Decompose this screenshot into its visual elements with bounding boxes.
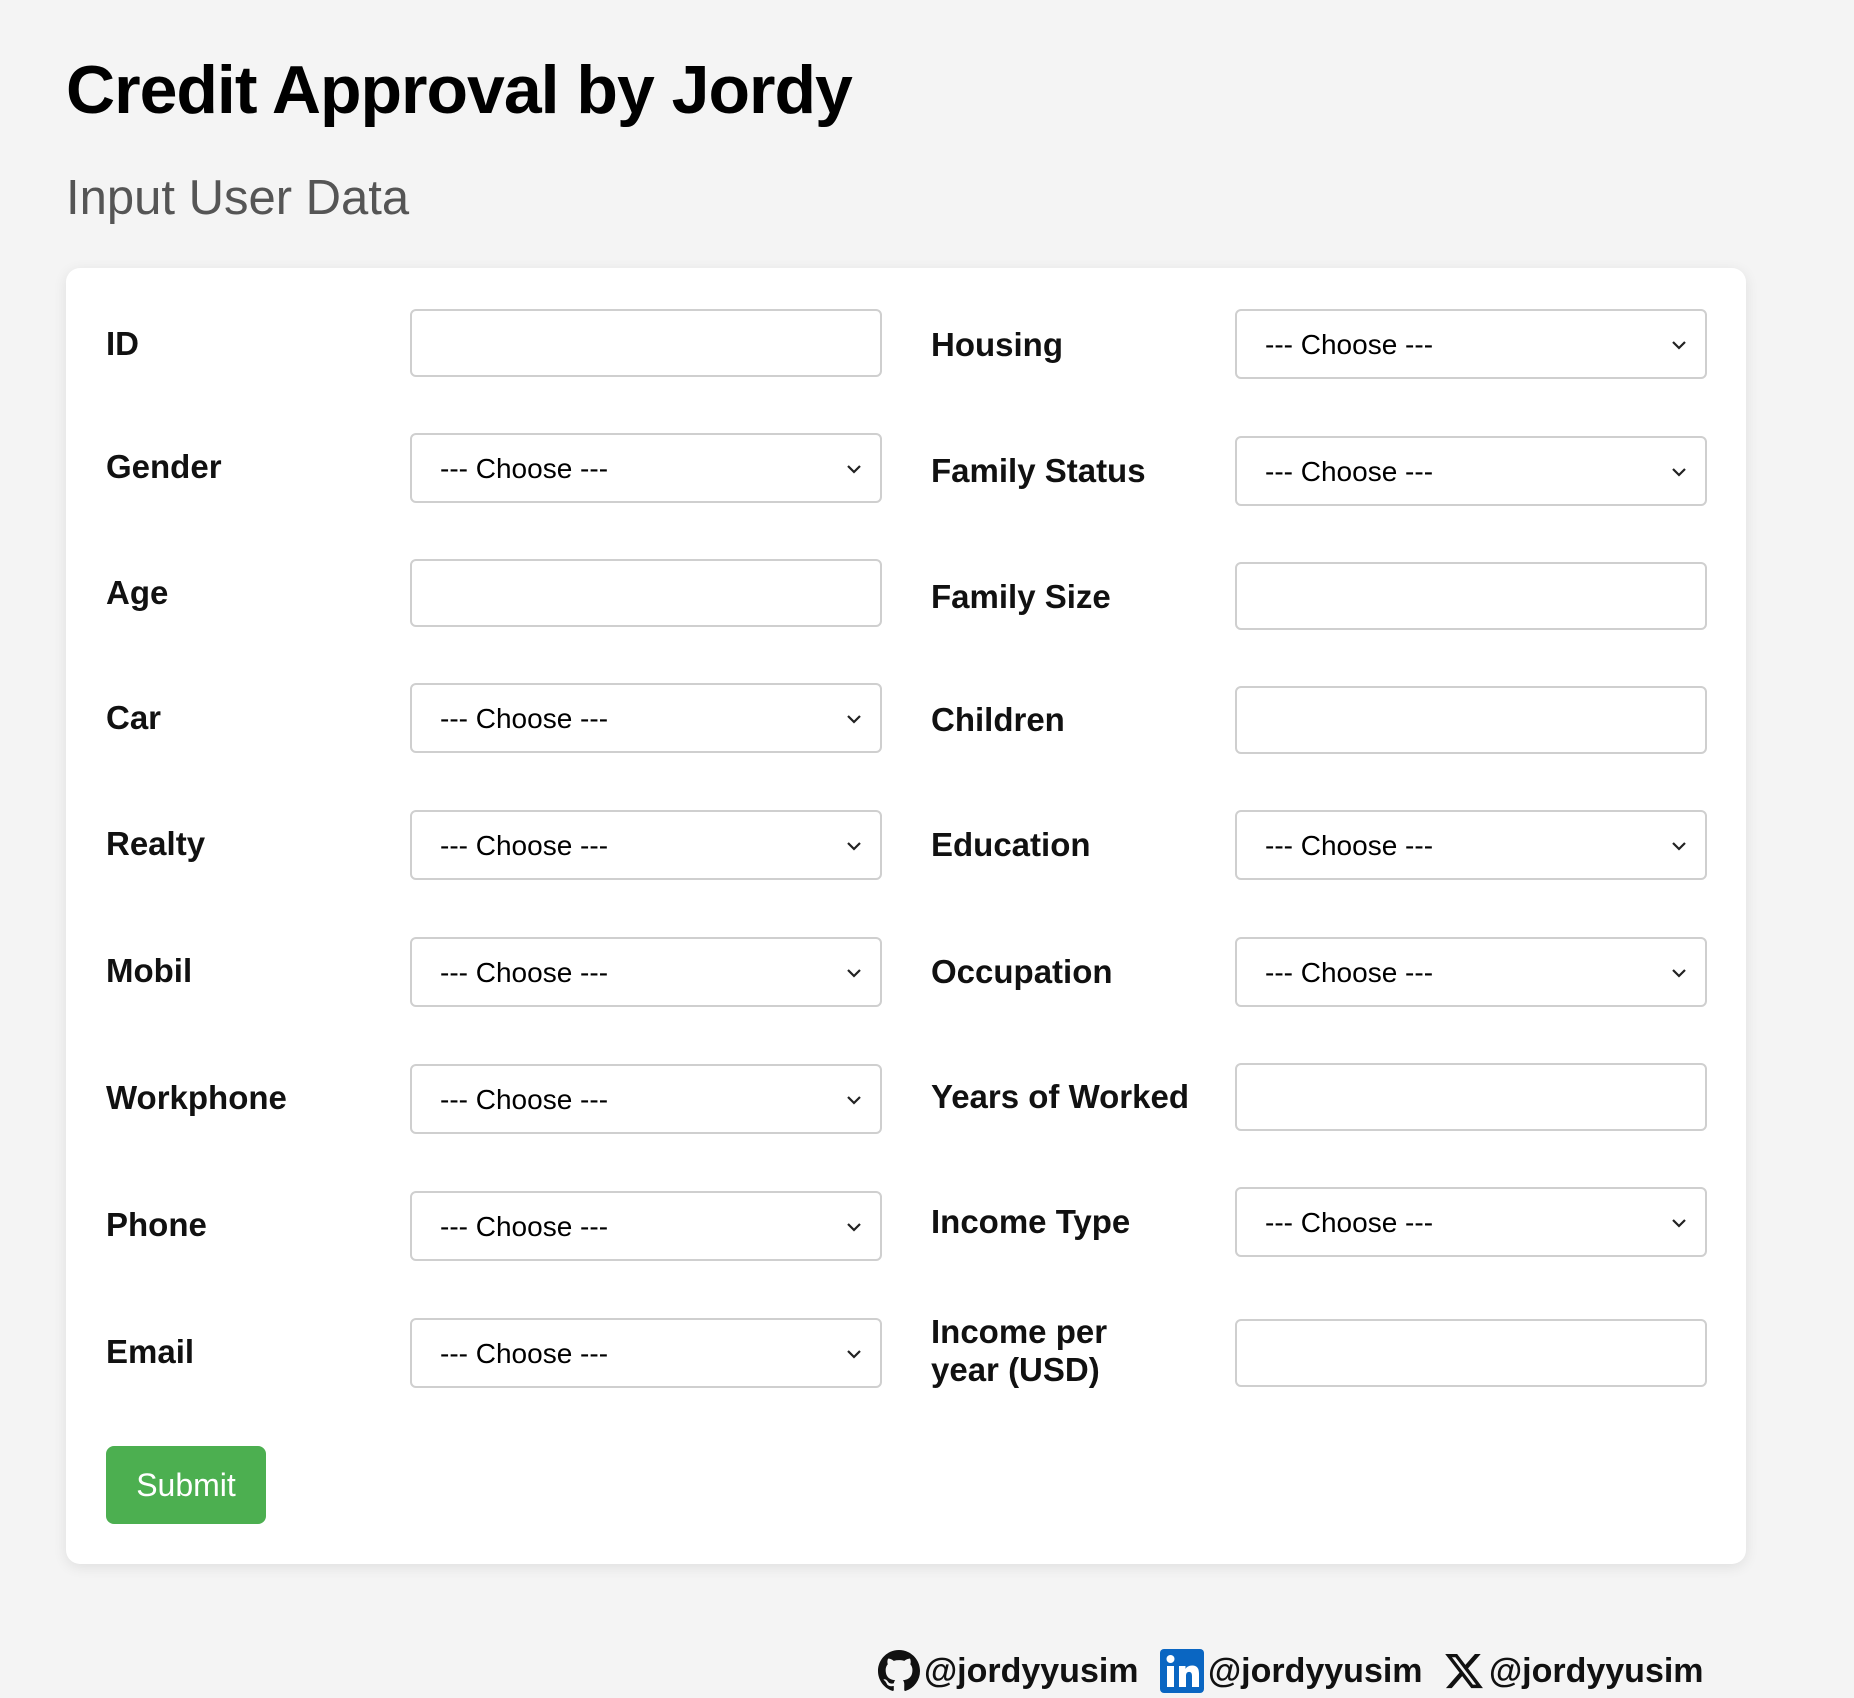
github-handle: @jordyyusim (924, 1651, 1139, 1690)
github-icon (878, 1650, 920, 1692)
age-label: Age (106, 574, 169, 611)
linkedin-handle: @jordyyusim (1208, 1651, 1423, 1690)
x-handle: @jordyyusim (1489, 1651, 1704, 1690)
linkedin-link[interactable]: @jordyyusim (1160, 1648, 1423, 1694)
occupation-label: Occupation (931, 953, 1113, 990)
email-select-value: --- Choose --- (440, 1338, 609, 1369)
chevron-down-icon (1671, 836, 1687, 856)
family-status-label: Family Status (931, 452, 1146, 489)
chevron-down-icon (1671, 1213, 1687, 1233)
chevron-down-icon (846, 963, 862, 983)
chevron-down-icon (1671, 963, 1687, 983)
family-status-select-value: --- Choose --- (1265, 456, 1434, 487)
occupation-select[interactable]: --- Choose --- (1235, 937, 1707, 1007)
email-label: Email (106, 1333, 195, 1370)
housing-label: Housing (931, 326, 1063, 363)
chevron-down-icon (846, 1217, 862, 1237)
chevron-down-icon (846, 459, 862, 479)
years-worked-input[interactable] (1235, 1063, 1707, 1131)
family-status-select[interactable]: --- Choose --- (1235, 436, 1707, 506)
phone-label: Phone (106, 1206, 207, 1243)
email-select[interactable]: --- Choose --- (410, 1318, 882, 1388)
chevron-down-icon (1671, 335, 1687, 355)
submit-button[interactable]: Submit (106, 1446, 266, 1524)
workphone-label: Workphone (106, 1079, 287, 1116)
phone-select[interactable]: --- Choose --- (410, 1191, 882, 1261)
car-select[interactable]: --- Choose --- (410, 683, 882, 753)
education-select[interactable]: --- Choose --- (1235, 810, 1707, 880)
linkedin-icon (1160, 1649, 1204, 1693)
chevron-down-icon (846, 1344, 862, 1364)
realty-label: Realty (106, 825, 206, 862)
chevron-down-icon (1671, 462, 1687, 482)
income-type-select[interactable]: --- Choose --- (1235, 1187, 1707, 1257)
gender-select[interactable]: --- Choose --- (410, 433, 882, 503)
github-link[interactable]: @jordyyusim (878, 1648, 1139, 1694)
mobil-select-value: --- Choose --- (440, 957, 609, 988)
income-per-year-input[interactable] (1235, 1319, 1707, 1387)
housing-select-value: --- Choose --- (1265, 329, 1434, 360)
children-input[interactable] (1235, 686, 1707, 754)
form-card: ID Gender --- Choose --- Age Car --- Cho… (66, 268, 1746, 1564)
realty-select-value: --- Choose --- (440, 830, 609, 861)
gender-label: Gender (106, 448, 222, 485)
workphone-select-value: --- Choose --- (440, 1084, 609, 1115)
id-label: ID (106, 325, 139, 362)
education-label: Education (931, 826, 1091, 863)
gender-select-value: --- Choose --- (440, 453, 609, 484)
age-input[interactable] (410, 559, 882, 627)
x-link[interactable]: @jordyyusim (1443, 1648, 1704, 1694)
car-select-value: --- Choose --- (440, 703, 609, 734)
family-size-label: Family Size (931, 578, 1111, 615)
years-worked-label: Years of Worked (931, 1078, 1189, 1115)
chevron-down-icon (846, 1090, 862, 1110)
x-icon (1443, 1650, 1485, 1692)
income-per-year-label: Income per year (USD) (931, 1313, 1108, 1388)
income-type-select-value: --- Choose --- (1265, 1207, 1434, 1238)
chevron-down-icon (846, 836, 862, 856)
form-subtitle: Input User Data (66, 171, 410, 225)
id-input[interactable] (410, 309, 882, 377)
workphone-select[interactable]: --- Choose --- (410, 1064, 882, 1134)
chevron-down-icon (846, 709, 862, 729)
education-select-value: --- Choose --- (1265, 830, 1434, 861)
family-size-input[interactable] (1235, 562, 1707, 630)
occupation-select-value: --- Choose --- (1265, 957, 1434, 988)
mobil-select[interactable]: --- Choose --- (410, 937, 882, 1007)
income-type-label: Income Type (931, 1203, 1131, 1240)
realty-select[interactable]: --- Choose --- (410, 810, 882, 880)
housing-select[interactable]: --- Choose --- (1235, 309, 1707, 379)
children-label: Children (931, 701, 1065, 738)
mobil-label: Mobil (106, 952, 193, 989)
phone-select-value: --- Choose --- (440, 1211, 609, 1242)
car-label: Car (106, 699, 162, 736)
page-title: Credit Approval by Jordy (66, 52, 853, 128)
